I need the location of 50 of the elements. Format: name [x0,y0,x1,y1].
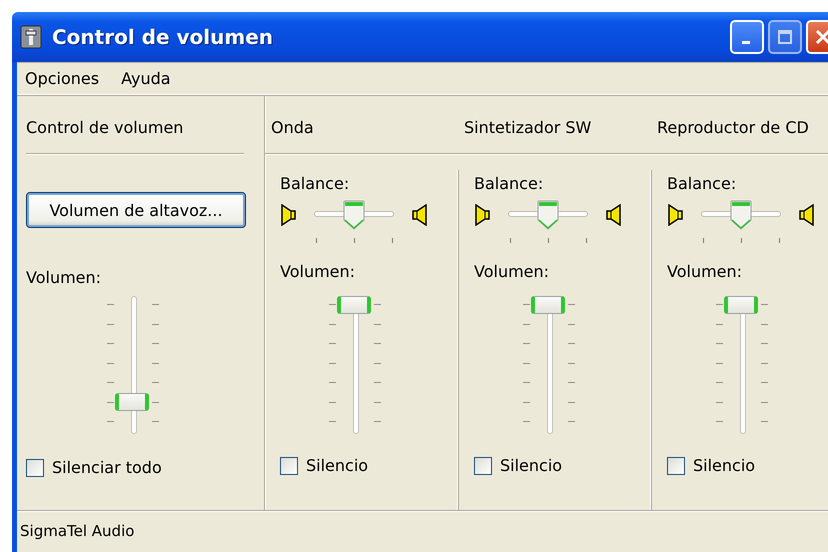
menu-item[interactable]: Ayuda [121,68,171,88]
speaker-volume-button[interactable]: Volumen de altavoz... [26,192,246,228]
menu-item[interactable]: Opciones [25,68,100,88]
volume-slider[interactable] [520,296,578,434]
slider-thumb[interactable] [724,296,758,314]
status-text: SigmaTel Audio [20,522,134,540]
speaker-icon [412,204,428,226]
checkbox-label: Silencio [306,456,368,475]
slider-thumb[interactable] [730,200,752,230]
close-icon [814,28,828,46]
checkbox-label: Silenciar todo [52,458,162,477]
checkbox[interactable] [474,456,492,474]
speaker-icon [474,204,490,226]
speaker-icon [799,204,815,226]
maximize-button[interactable] [768,20,802,54]
column-title: Control de volumen [26,118,184,137]
slider-thumb[interactable] [537,200,559,230]
checkbox[interactable] [667,456,685,474]
channel-name: Reproductor de CD [657,118,809,137]
balance-slider[interactable] [701,200,781,246]
speaker-icon [280,204,296,226]
speaker-icon [667,204,683,226]
balance-label: Balance: [474,174,544,194]
volume-slider[interactable] [713,296,771,434]
checkbox[interactable] [280,456,298,474]
volume-label: Volumen: [26,268,102,288]
balance-slider[interactable] [508,200,588,246]
minimize-button[interactable] [730,20,764,54]
volume-label: Volumen: [667,262,744,282]
speaker-icon [606,204,622,226]
slider-thumb[interactable] [343,200,365,230]
slider-thumb[interactable] [531,296,565,314]
slider-thumb[interactable] [337,296,371,314]
checkbox-label: Silencio [500,456,562,475]
volume-label: Volumen: [474,262,550,282]
balance-slider[interactable] [314,200,394,246]
checkbox-label: Silencio [693,456,756,475]
volume-slider[interactable] [326,296,384,434]
channel-name: Onda [271,118,314,137]
channel-name: Sintetizador SW [464,118,592,137]
minimize-icon [742,40,750,44]
maximize-icon [777,29,793,45]
balance-label: Balance: [280,174,350,194]
volume-label: Volumen: [280,262,356,282]
balance-label: Balance: [667,174,738,194]
window-title: Control de volumen [52,25,274,49]
checkbox[interactable] [26,458,44,476]
volume-slider[interactable] [104,296,162,434]
slider-thumb[interactable] [115,393,149,412]
app-icon [20,25,42,49]
